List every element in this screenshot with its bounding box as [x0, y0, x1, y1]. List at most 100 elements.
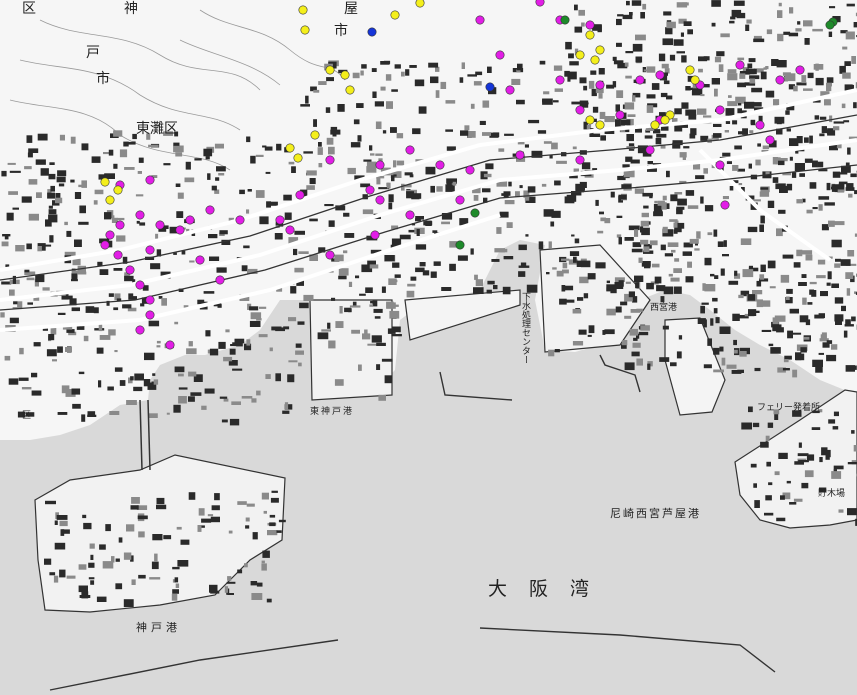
magenta-marker[interactable] [575, 155, 585, 165]
city-block [713, 123, 722, 127]
blue-marker[interactable] [367, 27, 377, 37]
magenta-marker[interactable] [465, 165, 475, 175]
city-block [746, 19, 752, 24]
yellow-marker[interactable] [345, 85, 355, 95]
yellow-marker[interactable] [100, 177, 110, 187]
magenta-marker[interactable] [125, 265, 135, 275]
city-block [541, 183, 547, 187]
magenta-marker[interactable] [175, 225, 185, 235]
magenta-marker[interactable] [765, 135, 775, 145]
magenta-marker[interactable] [115, 220, 125, 230]
magenta-marker[interactable] [645, 145, 655, 155]
green-marker[interactable] [825, 20, 835, 30]
magenta-marker[interactable] [100, 240, 110, 250]
yellow-marker[interactable] [590, 55, 600, 65]
magenta-marker[interactable] [515, 150, 525, 160]
yellow-marker[interactable] [690, 75, 700, 85]
magenta-marker[interactable] [595, 80, 605, 90]
magenta-marker[interactable] [295, 190, 305, 200]
magenta-marker[interactable] [535, 0, 545, 7]
magenta-marker[interactable] [715, 105, 725, 115]
green-marker[interactable] [455, 240, 465, 250]
magenta-marker[interactable] [370, 230, 380, 240]
yellow-marker[interactable] [585, 115, 595, 125]
yellow-marker[interactable] [415, 0, 425, 8]
label-amagasaki-port: 尼崎西宮芦屋港 [610, 507, 701, 520]
magenta-marker[interactable] [145, 175, 155, 185]
city-block [374, 316, 381, 319]
magenta-marker[interactable] [135, 280, 145, 290]
magenta-marker[interactable] [795, 65, 805, 75]
magenta-marker[interactable] [215, 275, 225, 285]
city-block [135, 194, 144, 197]
yellow-marker[interactable] [340, 70, 350, 80]
magenta-marker[interactable] [405, 210, 415, 220]
blue-marker[interactable] [485, 82, 495, 92]
city-block [4, 234, 9, 240]
yellow-marker[interactable] [595, 120, 605, 130]
magenta-marker[interactable] [655, 70, 665, 80]
yellow-marker[interactable] [325, 65, 335, 75]
magenta-marker[interactable] [185, 215, 195, 225]
magenta-marker[interactable] [585, 20, 595, 30]
magenta-marker[interactable] [615, 110, 625, 120]
magenta-marker[interactable] [325, 155, 335, 165]
magenta-marker[interactable] [165, 340, 175, 350]
magenta-marker[interactable] [575, 105, 585, 115]
magenta-marker[interactable] [145, 245, 155, 255]
green-marker[interactable] [470, 208, 480, 218]
yellow-marker[interactable] [300, 25, 310, 35]
city-block [303, 294, 314, 301]
yellow-marker[interactable] [310, 130, 320, 140]
magenta-marker[interactable] [755, 120, 765, 130]
magenta-marker[interactable] [235, 215, 245, 225]
yellow-marker[interactable] [390, 10, 400, 20]
yellow-marker[interactable] [575, 50, 585, 60]
yellow-marker[interactable] [113, 185, 123, 195]
magenta-marker[interactable] [475, 15, 485, 25]
yellow-marker[interactable] [293, 153, 303, 163]
magenta-marker[interactable] [495, 50, 505, 60]
yellow-marker[interactable] [660, 115, 670, 125]
magenta-marker[interactable] [145, 295, 155, 305]
city-block [104, 212, 112, 220]
city-block [641, 212, 649, 218]
city-block [1, 241, 9, 247]
magenta-marker[interactable] [365, 185, 375, 195]
green-marker[interactable] [560, 15, 570, 25]
magenta-marker[interactable] [145, 310, 155, 320]
city-block [666, 21, 676, 29]
magenta-marker[interactable] [455, 195, 465, 205]
magenta-marker[interactable] [435, 160, 445, 170]
yellow-marker[interactable] [595, 45, 605, 55]
magenta-marker[interactable] [735, 60, 745, 70]
magenta-marker[interactable] [505, 85, 515, 95]
label-kobe-city-3: 市 [96, 71, 110, 87]
magenta-marker[interactable] [285, 225, 295, 235]
city-block [321, 329, 331, 332]
magenta-marker[interactable] [775, 75, 785, 85]
magenta-marker[interactable] [555, 75, 565, 85]
magenta-marker[interactable] [635, 75, 645, 85]
yellow-marker[interactable] [685, 65, 695, 75]
yellow-marker[interactable] [298, 5, 308, 15]
magenta-marker[interactable] [375, 160, 385, 170]
magenta-marker[interactable] [405, 145, 415, 155]
magenta-marker[interactable] [375, 195, 385, 205]
magenta-marker[interactable] [135, 325, 145, 335]
magenta-marker[interactable] [135, 210, 145, 220]
yellow-marker[interactable] [650, 120, 660, 130]
magenta-marker[interactable] [113, 250, 123, 260]
magenta-marker[interactable] [715, 160, 725, 170]
yellow-marker[interactable] [105, 195, 115, 205]
magenta-marker[interactable] [195, 255, 205, 265]
magenta-marker[interactable] [205, 205, 215, 215]
yellow-marker[interactable] [585, 30, 595, 40]
magenta-marker[interactable] [720, 200, 730, 210]
magenta-marker[interactable] [275, 215, 285, 225]
magenta-marker[interactable] [105, 230, 115, 240]
topographic-map[interactable]: 区 戸 神 市 東灘区 市 屋 大阪湾 尼崎西宮芦屋港 神戸港 東神戸港 西宮港… [0, 0, 857, 695]
yellow-marker[interactable] [285, 143, 295, 153]
magenta-marker[interactable] [325, 250, 335, 260]
magenta-marker[interactable] [155, 220, 165, 230]
